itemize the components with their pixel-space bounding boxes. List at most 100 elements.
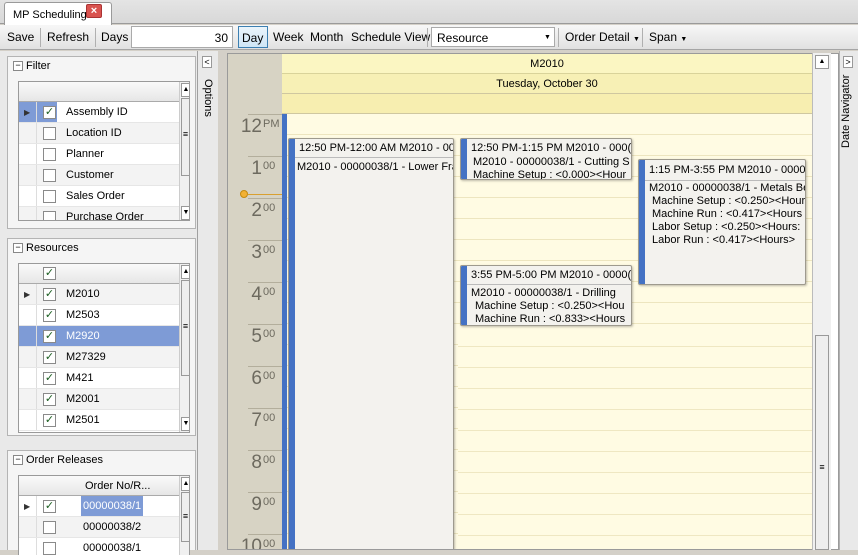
scroll-down-icon[interactable]: ▼ [181,206,189,220]
month-view-button[interactable]: Month [307,27,346,48]
scroll-down-icon[interactable]: ▼ [181,417,189,431]
refresh-button[interactable]: Refresh [44,27,92,48]
grid-cell: Assembly ID [57,102,179,122]
grid-row[interactable]: Customer [19,165,179,186]
scroll-thumb[interactable]: ≡ [181,98,189,176]
grid-row[interactable]: ✓ M2920 [19,326,179,347]
hour-suffix: 00 [263,454,276,466]
checkbox[interactable] [43,190,56,203]
scroll-thumb[interactable]: ≡ [181,492,189,542]
appointment[interactable]: 12:50 PM-1:15 PM M2010 - 000( M2010 - 00… [460,138,632,180]
time-slots-lower[interactable] [458,326,812,549]
resources-panel-header[interactable]: − Resources [8,239,195,257]
close-icon[interactable]: × [86,4,102,18]
checkbox[interactable]: ✓ [43,288,56,301]
grid-row[interactable]: ▶ ✓ Assembly ID [19,102,179,123]
chevron-right-icon[interactable]: > [843,56,853,68]
chevron-left-icon[interactable]: < [202,56,212,68]
select-all-checkbox[interactable]: ✓ [43,267,56,280]
span-dropdown[interactable]: Span ▼ [646,27,690,48]
all-day-area[interactable] [282,94,812,114]
scroll-thumb[interactable]: ≡ [181,280,189,376]
collapse-icon[interactable]: − [13,243,23,253]
hour-label: 2 00 [232,200,280,224]
column-header-order-no[interactable]: Order No/R... [85,480,150,492]
checkbox[interactable] [43,521,56,534]
save-button[interactable]: Save [4,27,37,48]
grid-row[interactable]: 00000038/2 [19,517,179,538]
row-indicator [19,207,37,220]
collapse-icon[interactable]: − [13,61,23,71]
grid-row[interactable]: Location ID [19,123,179,144]
grid-row[interactable]: ✓ M27329 [19,347,179,368]
hour-suffix: 00 [263,370,276,382]
days-input[interactable]: 30 [131,26,233,48]
group-by-dropdown[interactable]: Resource ▼ [431,27,555,47]
checkbox[interactable]: ✓ [43,500,56,513]
toolbar-separator [95,28,96,47]
filter-panel-header[interactable]: − Filter [8,57,195,75]
scheduler-scrollbar[interactable]: ▲ ≡ [812,53,831,550]
grid-row[interactable]: ✓ M421 [19,368,179,389]
checkbox[interactable]: ✓ [43,351,56,364]
grid-row[interactable]: ✓ M2001 [19,389,179,410]
appointment[interactable]: 1:15 PM-3:55 PM M2010 - 0000( M2010 - 00… [638,159,806,285]
resources-title: Resources [26,242,79,254]
grid-row[interactable]: Purchase Order [19,207,179,220]
filter-scrollbar[interactable]: ▲ ≡ ▼ [179,82,189,220]
filter-grid: ▶ ✓ Assembly ID Location ID Planner Cust… [18,81,190,221]
grid-row[interactable]: Planner [19,144,179,165]
schedule-view-button[interactable]: Schedule View [348,27,433,48]
order-releases-panel-header[interactable]: − Order Releases [8,451,195,469]
checkbox[interactable]: ✓ [43,393,56,406]
collapse-icon[interactable]: − [13,455,23,465]
checkbox[interactable] [43,148,56,161]
checkbox[interactable] [43,542,56,555]
grid-row[interactable]: ✓ M2503 [19,305,179,326]
hour-label: 12 PM [232,116,280,140]
hour-number: 1 [251,158,262,179]
options-label[interactable]: Options [202,79,214,117]
week-view-button[interactable]: Week [270,27,306,48]
checkbox[interactable] [43,127,56,140]
appointment[interactable]: 3:55 PM-5:00 PM M2010 - 0000( M2010 - 00… [460,265,632,326]
row-indicator [19,326,37,346]
appointment[interactable]: 12:50 PM-12:00 AM M2010 - 000 M2010 - 00… [288,138,454,549]
checkbox[interactable] [43,169,56,182]
hour-suffix: 00 [263,496,276,508]
appointment-divider [467,284,631,285]
row-indicator [19,410,37,430]
order-releases-scrollbar[interactable]: ▲ ≡ [179,476,189,555]
grid-cell: M2501 [66,414,100,426]
appointment-divider [645,180,805,181]
days-label: Days [101,30,129,44]
grid-row[interactable]: ✓ M2501 [19,410,179,431]
checkbox[interactable]: ✓ [43,106,56,119]
appointment-line: Machine Run : <0.417><Hours [652,208,803,220]
checkbox[interactable]: ✓ [43,372,56,385]
options-strip[interactable]: < Options [198,51,218,550]
scroll-up-icon[interactable]: ▲ [181,477,189,491]
grid-row[interactable]: ▶ ✓ M2010 [19,284,179,305]
scroll-up-icon[interactable]: ▲ [181,265,189,279]
hour-number: 2 [251,200,262,221]
scroll-up-icon[interactable]: ▲ [815,55,829,69]
resources-scrollbar[interactable]: ▲ ≡ ▼ [179,264,189,432]
order-detail-dropdown[interactable]: Order Detail ▼ [562,27,643,48]
scroll-thumb[interactable]: ≡ [815,335,829,550]
checkbox[interactable]: ✓ [43,309,56,322]
checkbox[interactable]: ✓ [43,414,56,427]
appointment-status-bar [461,266,467,325]
checkbox[interactable] [43,211,56,220]
day-view-button[interactable]: Day [238,26,268,48]
filter-panel: − Filter ▶ ✓ Assembly ID Location ID Pla… [7,56,196,229]
grid-row[interactable]: 00000038/1 [19,538,179,555]
grid-row[interactable]: ▶ ✓ 00000038/1 [19,496,179,517]
hour-number: 3 [251,242,262,263]
row-indicator [19,305,37,325]
checkbox[interactable]: ✓ [43,330,56,343]
grid-row[interactable]: Sales Order [19,186,179,207]
date-navigator-label[interactable]: Date Navigator [840,75,852,148]
date-navigator-strip[interactable]: > Date Navigator [839,51,858,550]
scroll-up-icon[interactable]: ▲ [181,83,189,97]
